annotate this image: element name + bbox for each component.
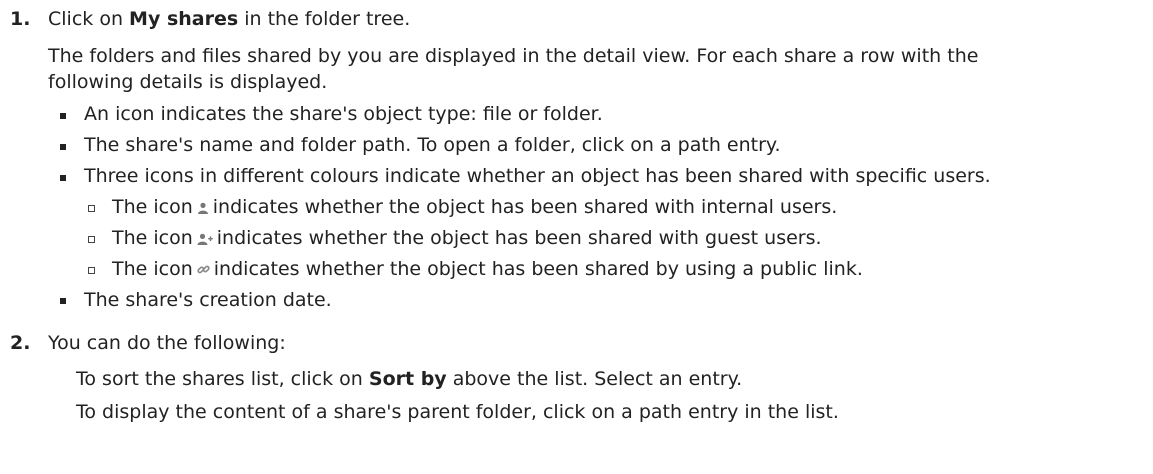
list-item: The share's creation date. xyxy=(84,289,332,311)
bullet-marker xyxy=(60,113,66,119)
list-item: An icon indicates the share's object typ… xyxy=(84,103,603,125)
my-shares-label: My shares xyxy=(129,8,239,30)
sort-by-label: Sort by xyxy=(368,368,447,390)
bullet-marker xyxy=(60,298,66,304)
help-page: 1. Click on My shares in the folder tree… xyxy=(0,0,1153,474)
sub-list-item-internal: The icon indicates whether the object has… xyxy=(112,196,838,218)
step-1-description-line-2: following details is displayed. xyxy=(48,71,328,93)
sort-instruction: To sort the shares list, click on Sort b… xyxy=(76,368,743,390)
add-user-icon xyxy=(197,233,213,245)
step-1-description-line-1: The folders and files shared by you are … xyxy=(48,45,979,67)
step-2-intro: You can do the following: xyxy=(48,332,286,354)
step-1-intro: Click on My shares in the folder tree. xyxy=(48,8,411,30)
sub-bullet-marker xyxy=(88,205,95,212)
bullet-marker xyxy=(60,175,66,181)
step-number: 1. xyxy=(10,8,31,30)
sub-list-item-public-link: The icon indicates whether the object has… xyxy=(112,258,863,280)
parent-folder-instruction: To display the content of a share's pare… xyxy=(76,401,839,423)
list-item: Three icons in different colours indicat… xyxy=(84,165,991,187)
link-icon xyxy=(197,263,210,276)
sub-list-item-guest: The icon indicates whether the object has… xyxy=(112,227,822,249)
sub-bullet-marker xyxy=(88,236,95,243)
user-icon xyxy=(197,202,209,214)
bullet-marker xyxy=(60,144,66,150)
list-item: The share's name and folder path. To ope… xyxy=(84,134,781,156)
sub-bullet-marker xyxy=(88,267,95,274)
step-number: 2. xyxy=(10,332,31,354)
